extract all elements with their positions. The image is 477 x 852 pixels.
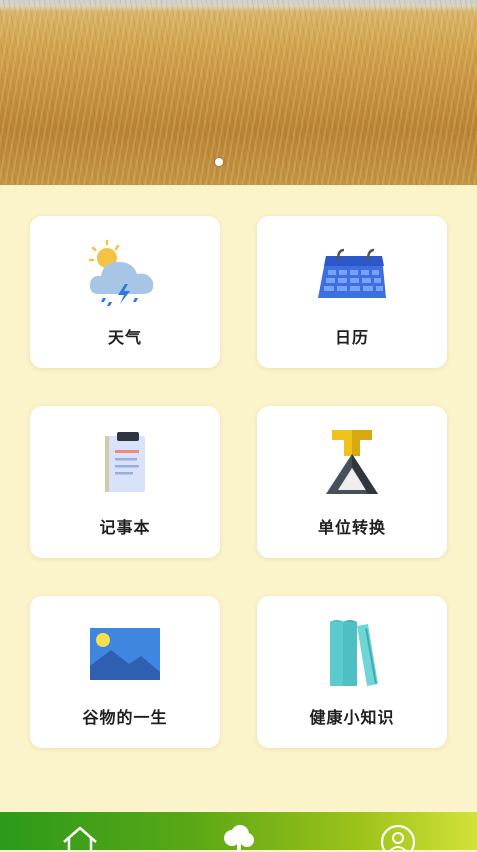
unit-conversion-label: 单位转换 [317,518,386,537]
books-icon [330,620,378,686]
bottom-tab-bar [0,812,477,852]
calendar-card[interactable]: 日历 [257,216,447,368]
weather-label: 天气 [107,328,142,347]
calendar-icon [318,248,386,298]
tree-icon[interactable] [218,822,258,852]
conversion-stand-icon [326,430,378,494]
weather-card[interactable]: 天气 [30,216,220,368]
calendar-label: 日历 [334,328,369,347]
grain-life-card[interactable]: 谷物的一生 [30,596,220,748]
user-profile-icon[interactable] [378,822,418,852]
landscape-picture-icon [90,628,160,680]
banner-carousel[interactable] [0,0,477,185]
clipboard-notepad-icon [105,432,145,492]
notepad-card[interactable]: 记事本 [30,406,220,558]
weather-cloud-storm-icon [88,239,154,306]
grain-life-label: 谷物的一生 [82,708,168,727]
notepad-label: 记事本 [99,518,151,537]
carousel-indicator-dot[interactable] [215,158,223,166]
wheat-field-image [0,0,477,185]
health-tips-label: 健康小知识 [309,708,395,727]
health-tips-card[interactable]: 健康小知识 [257,596,447,748]
home-icon[interactable] [60,822,100,852]
unit-conversion-card[interactable]: 单位转换 [257,406,447,558]
